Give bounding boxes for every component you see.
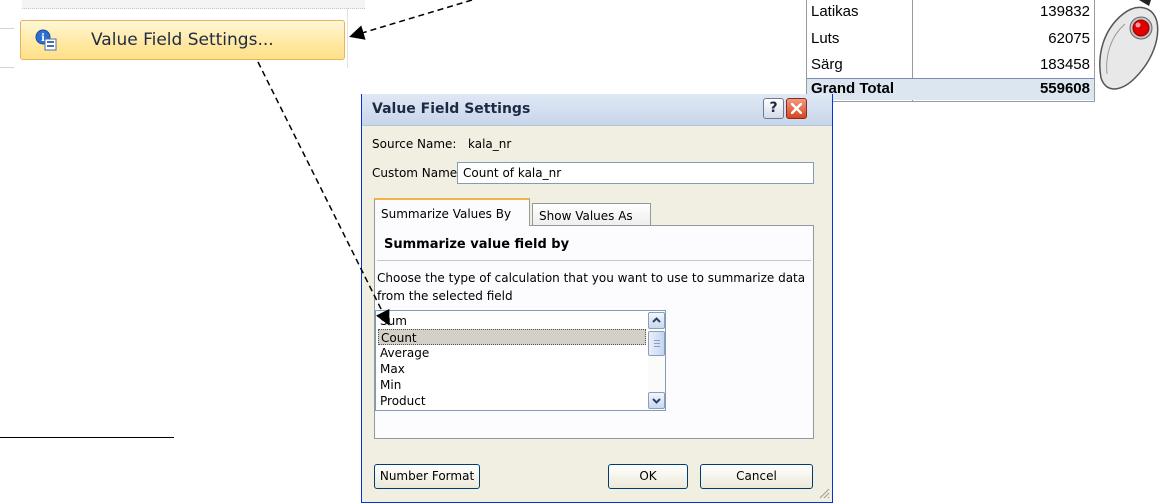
row-value: 139832 — [1039, 3, 1090, 20]
menu-divider — [0, 28, 14, 29]
custom-name-input[interactable]: Count of kala_nr — [457, 162, 814, 184]
table-row: Särg 183458 — [807, 55, 1094, 75]
menu-item-label: Value Field Settings... — [91, 30, 274, 50]
menu-divider — [0, 67, 14, 68]
list-item[interactable]: Min — [378, 377, 646, 393]
divider-line — [0, 437, 174, 438]
menu-divider — [347, 8, 348, 68]
pivot-table: Latikas 139832 Luts 62075 Särg 183458 Gr… — [806, 0, 1095, 102]
context-menu-fragment: i Value Field Settings... — [0, 0, 365, 92]
list-item[interactable]: Product — [378, 393, 646, 409]
list-item[interactable]: Average — [378, 345, 646, 361]
arrow-to-menu-item — [349, 0, 473, 40]
panel-divider — [377, 260, 811, 261]
grand-total-value: 559608 — [1039, 80, 1090, 97]
resize-grip-icon[interactable] — [818, 487, 830, 499]
cancel-button[interactable]: Cancel — [700, 464, 813, 489]
row-label: Luts — [811, 30, 840, 47]
grand-total-row: Grand Total 559608 — [807, 78, 1094, 100]
scroll-thumb[interactable] — [648, 331, 665, 356]
tab-summarize-values-by[interactable]: Summarize Values By — [374, 198, 530, 226]
row-label: Särg — [811, 56, 843, 73]
svg-text:i: i — [41, 33, 45, 44]
dialog-title: Value Field Settings — [372, 101, 531, 117]
dialog-titlebar[interactable]: Value Field Settings ? — [362, 94, 832, 126]
row-value: 62075 — [1048, 30, 1090, 47]
help-button[interactable]: ? — [763, 98, 784, 119]
source-name-value: kala_nr — [468, 137, 512, 151]
panel-description: Choose the type of calculation that you … — [377, 271, 806, 303]
row-value: 183458 — [1039, 56, 1090, 73]
scroll-down-button[interactable] — [648, 392, 665, 409]
calculation-listbox[interactable]: Sum Count Average Max Min Product — [375, 310, 666, 411]
menu-item-value-field-settings[interactable]: i Value Field Settings... — [20, 20, 345, 60]
scroll-up-button[interactable] — [648, 312, 665, 329]
value-field-settings-dialog: Value Field Settings ? Source Name: kala… — [361, 94, 833, 503]
row-label: Latikas — [811, 3, 859, 20]
panel-heading: Summarize value field by — [384, 237, 570, 252]
close-button[interactable] — [786, 98, 807, 119]
number-format-button[interactable]: Number Format — [374, 464, 480, 489]
close-icon — [791, 103, 802, 114]
list-item[interactable]: Sum — [378, 313, 646, 329]
listbox-scrollbar[interactable] — [648, 312, 665, 409]
table-row: Latikas 139832 — [807, 2, 1094, 22]
field-settings-icon: i — [35, 29, 57, 51]
list-item-selected[interactable]: Count — [378, 329, 646, 345]
custom-name-label: Custom Name: — [372, 166, 462, 180]
table-row: Luts 62075 — [807, 29, 1094, 49]
chevron-up-icon — [652, 317, 661, 323]
mouse-icon — [1093, 0, 1160, 101]
ok-button[interactable]: OK — [608, 464, 688, 489]
tab-show-values-as[interactable]: Show Values As — [532, 203, 651, 227]
chevron-down-icon — [652, 398, 661, 404]
list-item[interactable]: Max — [378, 361, 646, 377]
menu-divider — [22, 0, 365, 9]
source-name-label: Source Name: — [372, 137, 457, 151]
